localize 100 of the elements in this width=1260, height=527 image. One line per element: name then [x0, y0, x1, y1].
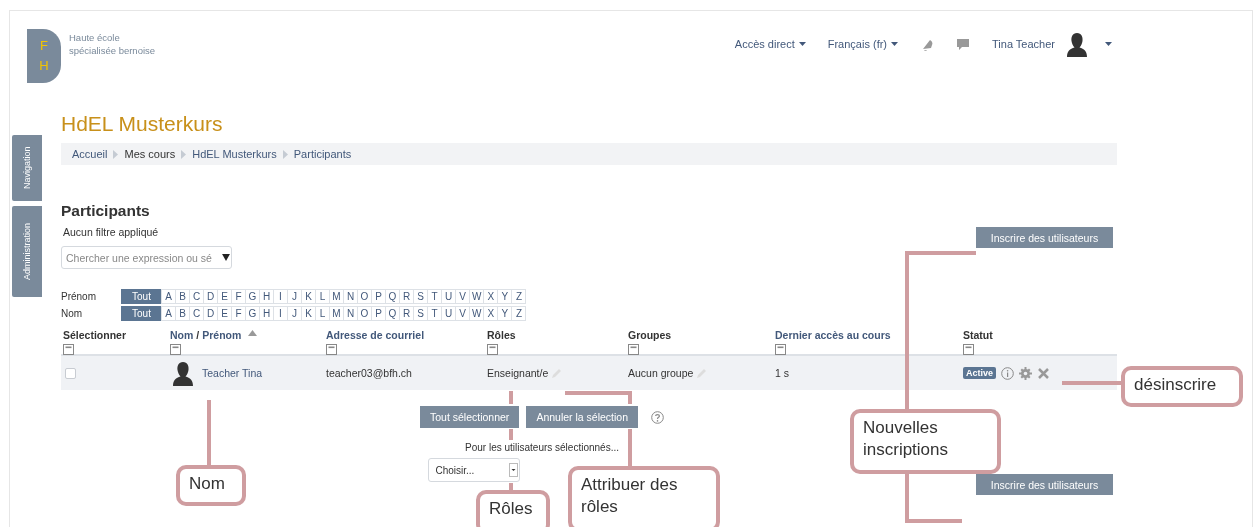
caret-icon	[798, 42, 806, 46]
initial-link[interactable]: K	[301, 305, 316, 321]
initial-link[interactable]: W	[469, 305, 485, 321]
initial-link[interactable]: W	[469, 288, 485, 304]
filter-label: Prénom	[61, 290, 97, 302]
callout-label: Attribuer des rôles	[568, 466, 720, 527]
initial-link[interactable]: V	[455, 305, 470, 321]
bulk-button[interactable]: Annuler la sélection	[526, 406, 638, 428]
initial-link[interactable]: D	[203, 305, 218, 321]
action-select[interactable]: Choisir...	[427, 458, 520, 482]
sort-arrow-icon[interactable]	[248, 329, 258, 336]
side-tab[interactable]: Administration	[12, 206, 42, 297]
user-name[interactable]: Tina Teacher	[992, 38, 1055, 50]
initial-link[interactable]: O	[357, 305, 372, 321]
initial-link[interactable]: L	[315, 288, 330, 304]
column-header[interactable]: Prénom	[202, 329, 242, 341]
side-tab[interactable]: Navigation	[12, 135, 42, 201]
gear-icon[interactable]	[1019, 366, 1032, 380]
initial-link[interactable]: R	[399, 288, 414, 304]
column-header[interactable]: Dernier accès au cours	[775, 329, 891, 341]
column-header[interactable]: Adresse de courriel	[326, 329, 425, 341]
initial-link[interactable]: I	[273, 305, 288, 321]
initial-link[interactable]: K	[301, 288, 316, 304]
bulk-button[interactable]: Tout sélectionner	[420, 406, 520, 428]
menu-link[interactable]: Accès direct	[734, 38, 806, 50]
delete-icon[interactable]	[1037, 366, 1050, 380]
checkbox[interactable]	[65, 367, 76, 379]
initial-link[interactable]: O	[357, 288, 372, 304]
collapse-icon[interactable]	[628, 344, 639, 355]
initial-link[interactable]: E	[217, 305, 232, 321]
search-field[interactable]: Chercher une expression ou sé	[61, 246, 232, 269]
initial-link[interactable]: E	[217, 288, 232, 304]
initial-link[interactable]: B	[175, 288, 190, 304]
initial-link[interactable]: C	[189, 288, 204, 304]
column-header[interactable]: Nom	[170, 329, 194, 341]
initial-link[interactable]: P	[371, 288, 386, 304]
initial-link[interactable]: T	[427, 288, 442, 304]
initial-link[interactable]: J	[287, 288, 302, 304]
filter-label: Nom	[61, 307, 84, 319]
initial-link[interactable]: U	[441, 305, 456, 321]
collapse-icon[interactable]	[963, 344, 974, 355]
user-name-link[interactable]: Teacher Tina	[202, 367, 263, 379]
initial-link[interactable]: B	[175, 305, 190, 321]
select-caret-icon	[508, 463, 518, 477]
initial-link[interactable]: S	[413, 305, 428, 321]
initial-link[interactable]: J	[287, 305, 302, 321]
leader-line	[509, 483, 513, 490]
initial-link[interactable]: X	[483, 305, 499, 321]
user-picture-icon	[170, 360, 196, 386]
enrol-button[interactable]: Inscrire des utilisateurs	[976, 227, 1113, 248]
collapse-icon[interactable]	[170, 344, 181, 355]
column-header: Groupes	[628, 329, 672, 341]
initial-link[interactable]: G	[245, 305, 260, 321]
collapse-icon[interactable]	[326, 344, 337, 355]
initial-link[interactable]: D	[203, 288, 218, 304]
breadcrumb-link[interactable]: HdEL Musterkurs	[192, 148, 277, 160]
initial-link[interactable]: L	[315, 305, 330, 321]
initial-link[interactable]: U	[441, 288, 456, 304]
initial-link[interactable]: Y	[497, 288, 513, 304]
help-icon[interactable]	[651, 410, 664, 424]
initial-link[interactable]: S	[413, 288, 428, 304]
leader-line	[1062, 381, 1121, 385]
initial-link[interactable]: G	[245, 288, 260, 304]
initial-link[interactable]: R	[399, 305, 414, 321]
enrol-button[interactable]: Inscrire des utilisateurs	[976, 474, 1113, 495]
initial-link[interactable]: A	[161, 305, 176, 321]
initial-link[interactable]: M	[329, 288, 344, 304]
breadcrumb-link[interactable]: Participants	[293, 148, 352, 160]
initial-link[interactable]: H	[259, 288, 274, 304]
initial-link[interactable]: Tout	[121, 288, 162, 304]
column-header: Sélectionner	[63, 329, 127, 341]
dropdown-icon	[222, 254, 230, 261]
initial-link[interactable]: Z	[511, 288, 527, 304]
initial-link[interactable]: F	[231, 305, 246, 321]
initial-link[interactable]: N	[343, 288, 358, 304]
initial-link[interactable]: Q	[385, 288, 400, 304]
collapse-icon[interactable]	[63, 344, 74, 355]
initial-link[interactable]: N	[343, 305, 358, 321]
collapse-icon[interactable]	[775, 344, 786, 355]
initial-link[interactable]: V	[455, 288, 470, 304]
initial-link[interactable]: C	[189, 305, 204, 321]
initial-link[interactable]: F	[231, 288, 246, 304]
initial-link[interactable]: M	[329, 305, 344, 321]
initial-link[interactable]: Tout	[121, 305, 162, 321]
initial-link[interactable]: Y	[497, 305, 513, 321]
info-icon[interactable]	[1001, 366, 1014, 380]
column-header: Rôles	[487, 329, 516, 341]
initial-link[interactable]: T	[427, 305, 442, 321]
initial-link[interactable]: X	[483, 288, 499, 304]
initial-link[interactable]: Z	[511, 305, 527, 321]
menu-link[interactable]: Français (fr)	[827, 38, 898, 50]
initial-link[interactable]: Q	[385, 305, 400, 321]
initial-link[interactable]: H	[259, 305, 274, 321]
collapse-icon[interactable]	[487, 344, 498, 355]
breadcrumb-link[interactable]: Mes cours	[124, 148, 176, 160]
initial-link[interactable]: I	[273, 288, 288, 304]
initial-link[interactable]: P	[371, 305, 386, 321]
initial-link[interactable]: A	[161, 288, 176, 304]
breadcrumb-link[interactable]: Accueil	[72, 148, 108, 160]
chat-icon[interactable]	[956, 37, 970, 51]
